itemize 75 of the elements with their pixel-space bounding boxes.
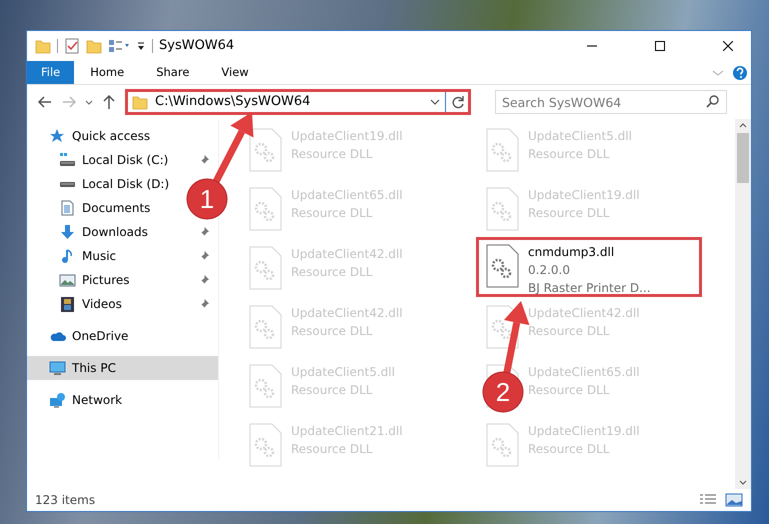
- file-detail: Resource DLL: [291, 146, 374, 163]
- scroll-thumb[interactable]: [737, 133, 749, 183]
- file-detail: Resource DLL: [291, 382, 374, 399]
- file-gear-icon: [247, 127, 283, 173]
- file-gear-icon: [247, 186, 283, 232]
- sidebar-item[interactable]: Network: [27, 388, 130, 412]
- file-gear-icon: [484, 243, 520, 289]
- file-name: UpdateClient19.dll: [528, 187, 640, 204]
- file-gear-icon: [247, 422, 283, 468]
- step-number-badge: 2: [482, 372, 524, 412]
- sidebar-item[interactable]: Downloads: [27, 220, 218, 244]
- maximize-icon: [655, 41, 665, 51]
- sidebar-item[interactable]: Videos: [27, 292, 218, 316]
- file-detail: Resource DLL: [528, 205, 610, 222]
- file-item[interactable]: cnmdump3.dll 0.2.0.0 BJ Raster Printer D...: [476, 237, 702, 297]
- item-count: 123 items: [35, 492, 96, 509]
- file-detail: Resource DLL: [291, 264, 374, 281]
- file-detail: BJ Raster Printer D...: [528, 280, 651, 297]
- close-icon: [723, 41, 733, 51]
- sidebar-item[interactable]: Local Disk (C:): [27, 148, 218, 172]
- search-field[interactable]: Search SysWOW64: [495, 90, 727, 114]
- folder-icon: [35, 38, 51, 54]
- address-bar[interactable]: C:\Windows\SysWOW64: [125, 89, 471, 115]
- ribbon-tab[interactable]: File: [27, 61, 74, 84]
- file-gear-icon: [247, 363, 283, 409]
- properties-icon[interactable]: [108, 38, 130, 54]
- file-detail: Resource DLL: [291, 441, 374, 458]
- sidebar-item[interactable]: Pictures: [27, 268, 218, 292]
- file-name: UpdateClient42.dll: [528, 305, 640, 322]
- window-title: SysWOW64: [159, 37, 234, 56]
- file-gear-icon: [484, 422, 520, 468]
- file-detail: Resource DLL: [528, 382, 610, 399]
- ribbon-tab[interactable]: View: [205, 61, 265, 84]
- file-name: UpdateClient5.dll: [291, 364, 395, 381]
- file-name: UpdateClient19.dll: [528, 423, 640, 440]
- star-icon: [49, 128, 66, 144]
- large-icons-view-icon[interactable]: [725, 493, 743, 507]
- ribbon-tab[interactable]: Home: [74, 61, 140, 84]
- sidebar-item[interactable]: Music: [27, 244, 218, 268]
- file-name: UpdateClient42.dll: [291, 305, 403, 322]
- file-name: UpdateClient42.dll: [291, 246, 403, 263]
- network-icon: [49, 392, 66, 408]
- file-gear-icon: [484, 127, 520, 173]
- file-gear-icon: [247, 245, 283, 291]
- file-name: UpdateClient21.dll: [291, 423, 403, 440]
- picture-icon: [59, 272, 76, 288]
- file-detail: Resource DLL: [291, 205, 374, 222]
- film-icon: [59, 296, 76, 312]
- file-name: UpdateClient5.dll: [528, 128, 632, 145]
- checklist-icon[interactable]: [64, 38, 80, 54]
- file-gear-icon: [247, 304, 283, 350]
- folder-icon: [132, 94, 149, 110]
- sidebar-item[interactable]: Quick access: [27, 124, 158, 148]
- sidebar-item[interactable]: OneDrive: [27, 324, 136, 348]
- search-icon: [705, 94, 721, 110]
- file-name: UpdateClient65.dll: [528, 364, 640, 381]
- sidebar-item[interactable]: Documents: [27, 196, 178, 220]
- file-detail: Resource DLL: [291, 323, 374, 340]
- sidebar-item[interactable]: This PC: [27, 356, 218, 380]
- down-arrow-icon: [59, 224, 76, 240]
- file-name: UpdateClient65.dll: [291, 187, 403, 204]
- file-detail: Resource DLL: [528, 146, 610, 163]
- file-name: cnmdump3.dll: [528, 244, 616, 261]
- file-detail: Resource DLL: [528, 323, 610, 340]
- drive-icon: [59, 180, 76, 188]
- document-icon: [59, 200, 76, 216]
- step-number-badge: 1: [186, 178, 228, 220]
- file-gear-icon: [484, 186, 520, 232]
- drive-icon: [59, 152, 76, 168]
- ribbon-tab[interactable]: Share: [140, 61, 206, 84]
- monitor-icon: [49, 360, 66, 376]
- file-name: UpdateClient19.dll: [291, 128, 403, 145]
- scrollbar[interactable]: [735, 119, 751, 489]
- file-detail: 0.2.0.0: [528, 262, 571, 279]
- file-detail: Resource DLL: [528, 441, 610, 458]
